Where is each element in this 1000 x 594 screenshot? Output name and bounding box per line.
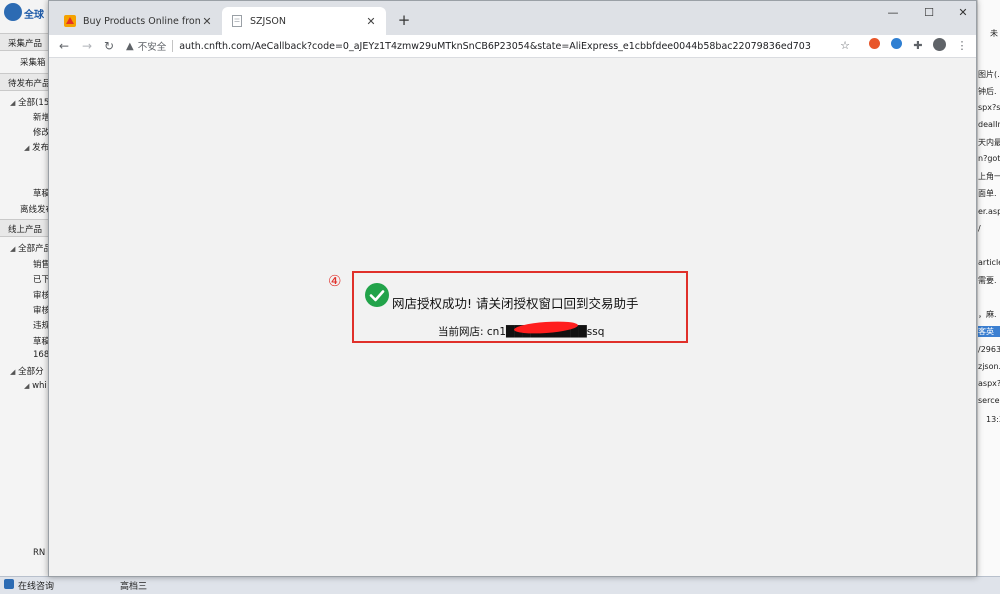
right-panel-line: sercen. [978, 396, 1000, 405]
right-panel-line: 上角一 [978, 172, 1000, 181]
tree-item-rn[interactable]: RN [33, 548, 45, 558]
success-message: 网店授权成功! 请关闭授权窗口回到交易助手 [392, 296, 639, 311]
right-panel-line: aspx?s [978, 379, 1000, 388]
online-consult-button[interactable]: 在线咨询 [18, 579, 54, 592]
tab-title: Buy Products Online from Chi [83, 15, 200, 27]
warning-icon: ▲ [126, 40, 134, 52]
tree-item-wh[interactable]: ◢ whi [24, 381, 47, 391]
puzzle-icon[interactable]: ✚ [910, 38, 926, 54]
tree-item-1688[interactable]: 168 [33, 350, 48, 360]
right-panel-line: spx?sy [978, 103, 1000, 112]
right-panel-line: 需要. [978, 276, 997, 285]
check-circle-icon [365, 283, 389, 307]
right-panel-line: ，麻. [978, 310, 997, 319]
forward-button[interactable]: → [77, 37, 97, 55]
window-close-button[interactable]: ✕ [945, 1, 976, 27]
page-content: ④ 网店授权成功! 请关闭授权窗口回到交易助手 当前网店: cn1███████… [49, 58, 976, 576]
close-icon[interactable]: ✕ [364, 15, 378, 28]
browser-window: Buy Products Online from Chi ✕ SZJSON ✕ … [48, 0, 977, 577]
right-panel-line: n?goto [978, 154, 1000, 163]
right-panel-line: 图片(. [978, 70, 1000, 79]
tree-all-products[interactable]: ◢ 全部产品 [10, 242, 48, 254]
current-shop-label: 当前网店: [438, 326, 484, 338]
taskbar: 在线咨询 高档三 [0, 576, 1000, 594]
security-label[interactable]: 不安全 [138, 39, 167, 53]
back-button[interactable]: ← [54, 37, 74, 55]
tree-item-publish[interactable]: ◢ 发布 [24, 141, 48, 153]
address-bar[interactable]: ▲ 不安全 auth.cnfth.com/AeCallback?code=0_a… [124, 36, 859, 56]
tree-item-modified[interactable]: 修改 [33, 126, 48, 138]
background-app-left-panel: 全球 采集产品 采集箱 待发布产品 ◢ 全部(15 新增 修改 ◢ 发布 草稿 … [0, 0, 48, 593]
tree-item-new[interactable]: 新增 [33, 111, 48, 123]
page-icon [230, 14, 244, 28]
right-panel-line: 面单. [978, 189, 997, 198]
aliexpress-icon [63, 14, 77, 28]
star-icon[interactable]: ☆ [837, 38, 853, 54]
expand-icon: ◢ [24, 382, 30, 390]
maximize-button[interactable]: ☐ [911, 1, 947, 27]
profile-avatar-icon[interactable] [931, 38, 947, 54]
tree-all-groups[interactable]: ◢ 全部分 [10, 365, 44, 377]
browser-toolbar: ← → ↻ ▲ 不安全 auth.cnfth.com/AeCallback?co… [49, 35, 976, 58]
collect-box-item[interactable]: 采集箱 [20, 56, 46, 68]
tree-item-violation[interactable]: 违规 [33, 319, 48, 331]
extension-globe-icon[interactable] [888, 38, 904, 54]
menu-icon[interactable]: ⋮ [954, 38, 970, 54]
expand-icon: ◢ [10, 245, 16, 253]
tree-all[interactable]: ◢ 全部(15 [10, 96, 48, 108]
tab-title: SZJSON [250, 15, 286, 27]
right-panel-time: 13:30 [986, 415, 1000, 424]
app-logo-icon [4, 3, 22, 21]
right-panel-line: 天内最. [978, 138, 1000, 147]
step-marker: ④ [328, 272, 342, 290]
expand-icon: ◢ [10, 368, 16, 376]
authorization-notice-box: 网店授权成功! 请关闭授权窗口回到交易助手 当前网店: cn1█████████… [352, 271, 688, 343]
tab-buy-products[interactable]: Buy Products Online from Chi ✕ [55, 7, 222, 35]
tab-szjson[interactable]: SZJSON ✕ [222, 7, 386, 35]
right-panel-line: 钟后. [978, 87, 997, 96]
right-panel-line: article/ [978, 258, 1000, 267]
reload-button[interactable]: ↻ [99, 37, 119, 55]
offline-publish-item[interactable]: 离线发布 [20, 203, 48, 215]
right-panel-line: zjson. [978, 362, 1000, 371]
consult-icon [4, 579, 14, 589]
section-online[interactable]: 线上产品 [0, 219, 48, 237]
right-panel-line: /2963. [978, 345, 1000, 354]
tab-strip: Buy Products Online from Chi ✕ SZJSON ✕ … [49, 1, 976, 35]
right-panel-top-text: 未 [990, 29, 998, 38]
divider [172, 40, 174, 52]
close-icon[interactable]: ✕ [200, 15, 214, 28]
section-pending[interactable]: 待发布产品 [0, 73, 48, 91]
tree-item-selling[interactable]: 销售 [33, 258, 48, 270]
right-panel-line: dealIn [978, 120, 1000, 129]
tree-item-offline[interactable]: 已下 [33, 273, 48, 285]
taskbar-item[interactable]: 高档三 [120, 579, 147, 592]
minimize-button[interactable]: — [875, 1, 911, 27]
tree-item-review-2[interactable]: 审核 [33, 304, 48, 316]
new-tab-button[interactable]: + [394, 10, 414, 30]
section-collect[interactable]: 采集产品 [0, 33, 48, 51]
extension-red-icon[interactable] [866, 38, 882, 54]
url-text[interactable]: auth.cnfth.com/AeCallback?code=0_aJEYz1T… [179, 41, 811, 52]
right-panel-line: er.asp [978, 207, 1000, 216]
expand-icon: ◢ [24, 144, 30, 152]
expand-icon: ◢ [10, 99, 16, 107]
right-panel-line-selected: 客英 [978, 326, 1000, 337]
right-panel-line: / [978, 224, 981, 233]
tree-item-draft-2[interactable]: 草稿 [33, 335, 48, 347]
background-app-right-panel: 未 图片(. 钟后. spx?sy dealIn 天内最. n?goto 上角一… [977, 0, 1000, 593]
app-logo-text: 全球 [24, 10, 44, 21]
tree-item-draft[interactable]: 草稿 [33, 187, 48, 199]
tree-item-review-1[interactable]: 审核 [33, 289, 48, 301]
